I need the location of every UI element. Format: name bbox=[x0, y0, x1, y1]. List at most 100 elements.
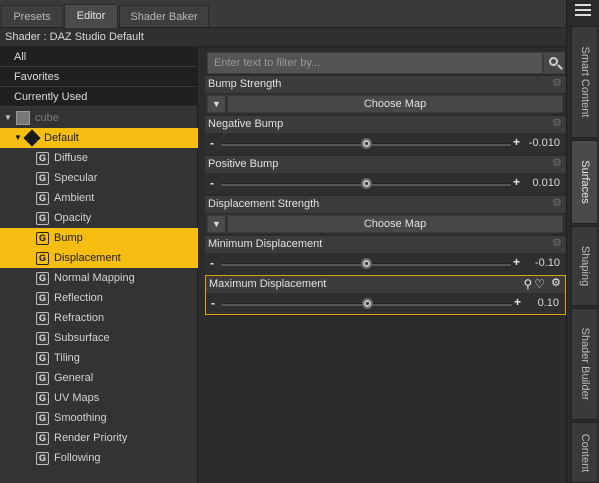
tree-item-label: Reflection bbox=[54, 292, 103, 304]
choose-map-button[interactable]: Choose Map bbox=[227, 95, 563, 113]
link-icon[interactable]: ⚲ bbox=[523, 277, 534, 291]
increment-button[interactable]: + bbox=[514, 295, 521, 309]
filter-favorites[interactable]: Favorites bbox=[0, 67, 197, 87]
shader-group-icon: G bbox=[36, 372, 49, 385]
surface-group-icon bbox=[23, 129, 41, 147]
map-menu-button[interactable]: ▼ bbox=[207, 95, 226, 113]
property-negative-bump: Negative Bump ⚙ - + -0.010 bbox=[205, 116, 566, 154]
tree-item-label: UV Maps bbox=[54, 392, 100, 404]
slider-knob[interactable] bbox=[361, 178, 372, 189]
decrement-button[interactable]: - bbox=[210, 136, 214, 150]
tree-item[interactable]: G Ambient bbox=[0, 188, 198, 208]
shader-group-icon: G bbox=[36, 392, 49, 405]
tree-group-default[interactable]: ▼ Default bbox=[0, 128, 198, 148]
increment-button[interactable]: + bbox=[513, 175, 520, 189]
property-bump-strength: Bump Strength ⚙ ▼ Choose Map bbox=[205, 76, 566, 114]
tree-item-label: Normal Mapping bbox=[54, 272, 135, 284]
side-tab-bar: Smart Content Surfaces Shaping Shader Bu… bbox=[566, 0, 599, 483]
tree-item-label: Smoothing bbox=[54, 412, 107, 424]
choose-map-button[interactable]: Choose Map bbox=[227, 215, 563, 233]
slider-knob[interactable] bbox=[361, 258, 372, 269]
property-value[interactable]: -0.10 bbox=[535, 257, 560, 269]
slider-knob[interactable] bbox=[362, 298, 373, 309]
gear-icon[interactable]: ⚙ bbox=[552, 78, 563, 89]
tree-item[interactable]: G UV Maps bbox=[0, 388, 198, 408]
tree-item[interactable]: G Diffuse bbox=[0, 148, 198, 168]
shader-group-icon: G bbox=[36, 152, 49, 165]
tree-item-label: Opacity bbox=[54, 212, 92, 224]
collapse-arrow-icon[interactable]: ▼ bbox=[14, 128, 24, 148]
tree-item[interactable]: G Normal Mapping bbox=[0, 268, 198, 288]
tab-shader-baker[interactable]: Shader Baker bbox=[119, 5, 209, 27]
property-title: Minimum Displacement bbox=[205, 236, 566, 253]
tab-presets[interactable]: Presets bbox=[1, 5, 63, 27]
property-tool-icons: ⚲♡ bbox=[523, 277, 547, 291]
shader-group-icon: G bbox=[36, 332, 49, 345]
gear-icon[interactable]: ⚙ bbox=[552, 118, 563, 129]
increment-button[interactable]: + bbox=[513, 255, 520, 269]
property-title: Maximum Displacement bbox=[206, 276, 565, 293]
shader-group-icon: G bbox=[36, 312, 49, 325]
surface-tree-panel: All Favorites Currently Used ▼ cube ▼ De… bbox=[0, 47, 198, 483]
filter-search-input[interactable]: Enter text to filter by... bbox=[207, 52, 543, 74]
shader-group-icon: G bbox=[36, 432, 49, 445]
tree-item[interactable]: G Opacity bbox=[0, 208, 198, 228]
menu-icon[interactable] bbox=[575, 4, 591, 18]
tree-item-label: Following bbox=[54, 452, 101, 464]
shader-group-icon: G bbox=[36, 412, 49, 425]
favorite-heart-icon[interactable]: ♡ bbox=[534, 277, 547, 291]
gear-icon[interactable]: ⚙ bbox=[551, 278, 562, 289]
tree-node-cube[interactable]: ▼ cube bbox=[0, 108, 198, 128]
tree-item-label: Specular bbox=[54, 172, 98, 184]
shader-group-icon: G bbox=[36, 172, 49, 185]
property-title: Positive Bump bbox=[205, 156, 566, 173]
property-value[interactable]: 0.10 bbox=[538, 297, 559, 309]
tree-item[interactable]: G Specular bbox=[0, 168, 198, 188]
tab-bar: Presets Editor Shader Baker bbox=[0, 0, 566, 28]
property-value[interactable]: -0.010 bbox=[529, 137, 560, 149]
side-tab-smart-content[interactable]: Smart Content bbox=[571, 26, 597, 138]
tree-item[interactable]: G Displacement bbox=[0, 248, 198, 268]
tree-item[interactable]: G Subsurface bbox=[0, 328, 198, 348]
side-tab-content[interactable]: Content bbox=[571, 422, 597, 483]
increment-button[interactable]: + bbox=[513, 135, 520, 149]
tree-item[interactable]: G Tiling bbox=[0, 348, 198, 368]
shader-group-icon: G bbox=[36, 272, 49, 285]
tree-item[interactable]: G Smoothing bbox=[0, 408, 198, 428]
slider-knob[interactable] bbox=[361, 138, 372, 149]
decrement-button[interactable]: - bbox=[211, 296, 215, 310]
filter-currently-used[interactable]: Currently Used bbox=[0, 87, 197, 107]
tree-item[interactable]: G Following bbox=[0, 448, 198, 468]
shader-group-icon: G bbox=[36, 252, 49, 265]
tree-node-label: cube bbox=[35, 112, 59, 124]
decrement-button[interactable]: - bbox=[210, 176, 214, 190]
shader-group-icon: G bbox=[36, 352, 49, 365]
decrement-button[interactable]: - bbox=[210, 256, 214, 270]
gear-icon[interactable]: ⚙ bbox=[552, 198, 563, 209]
shader-group-icon: G bbox=[36, 212, 49, 225]
property-maximum-displacement: Maximum Displacement ⚲♡ ⚙ - + 0.10 bbox=[205, 275, 566, 315]
tree-item[interactable]: G Render Priority bbox=[0, 428, 198, 448]
collapse-arrow-icon[interactable]: ▼ bbox=[4, 108, 14, 128]
properties-panel: Enter text to filter by... Bump Strength… bbox=[204, 47, 566, 483]
tree-item[interactable]: G General bbox=[0, 368, 198, 388]
side-tab-shader-builder[interactable]: Shader Builder bbox=[571, 308, 597, 420]
property-minimum-displacement: Minimum Displacement ⚙ - + -0.10 bbox=[205, 236, 566, 274]
filter-all[interactable]: All bbox=[0, 47, 197, 67]
shader-group-icon: G bbox=[36, 452, 49, 465]
property-title: Displacement Strength bbox=[205, 196, 566, 213]
property-value[interactable]: 0.010 bbox=[532, 177, 560, 189]
side-tab-shaping[interactable]: Shaping bbox=[571, 226, 597, 306]
search-button[interactable] bbox=[543, 52, 565, 74]
tab-editor[interactable]: Editor bbox=[64, 4, 118, 28]
side-tab-surfaces[interactable]: Surfaces bbox=[571, 140, 597, 224]
tree-item[interactable]: G Reflection bbox=[0, 288, 198, 308]
tree-item-label: Ambient bbox=[54, 192, 95, 204]
gear-icon[interactable]: ⚙ bbox=[552, 238, 563, 249]
map-menu-button[interactable]: ▼ bbox=[207, 215, 226, 233]
tree-item[interactable]: G Refraction bbox=[0, 308, 198, 328]
tree-item-label: General bbox=[54, 372, 94, 384]
tree-item[interactable]: G Bump bbox=[0, 228, 198, 248]
tree-group-label: Default bbox=[44, 132, 79, 144]
gear-icon[interactable]: ⚙ bbox=[552, 158, 563, 169]
